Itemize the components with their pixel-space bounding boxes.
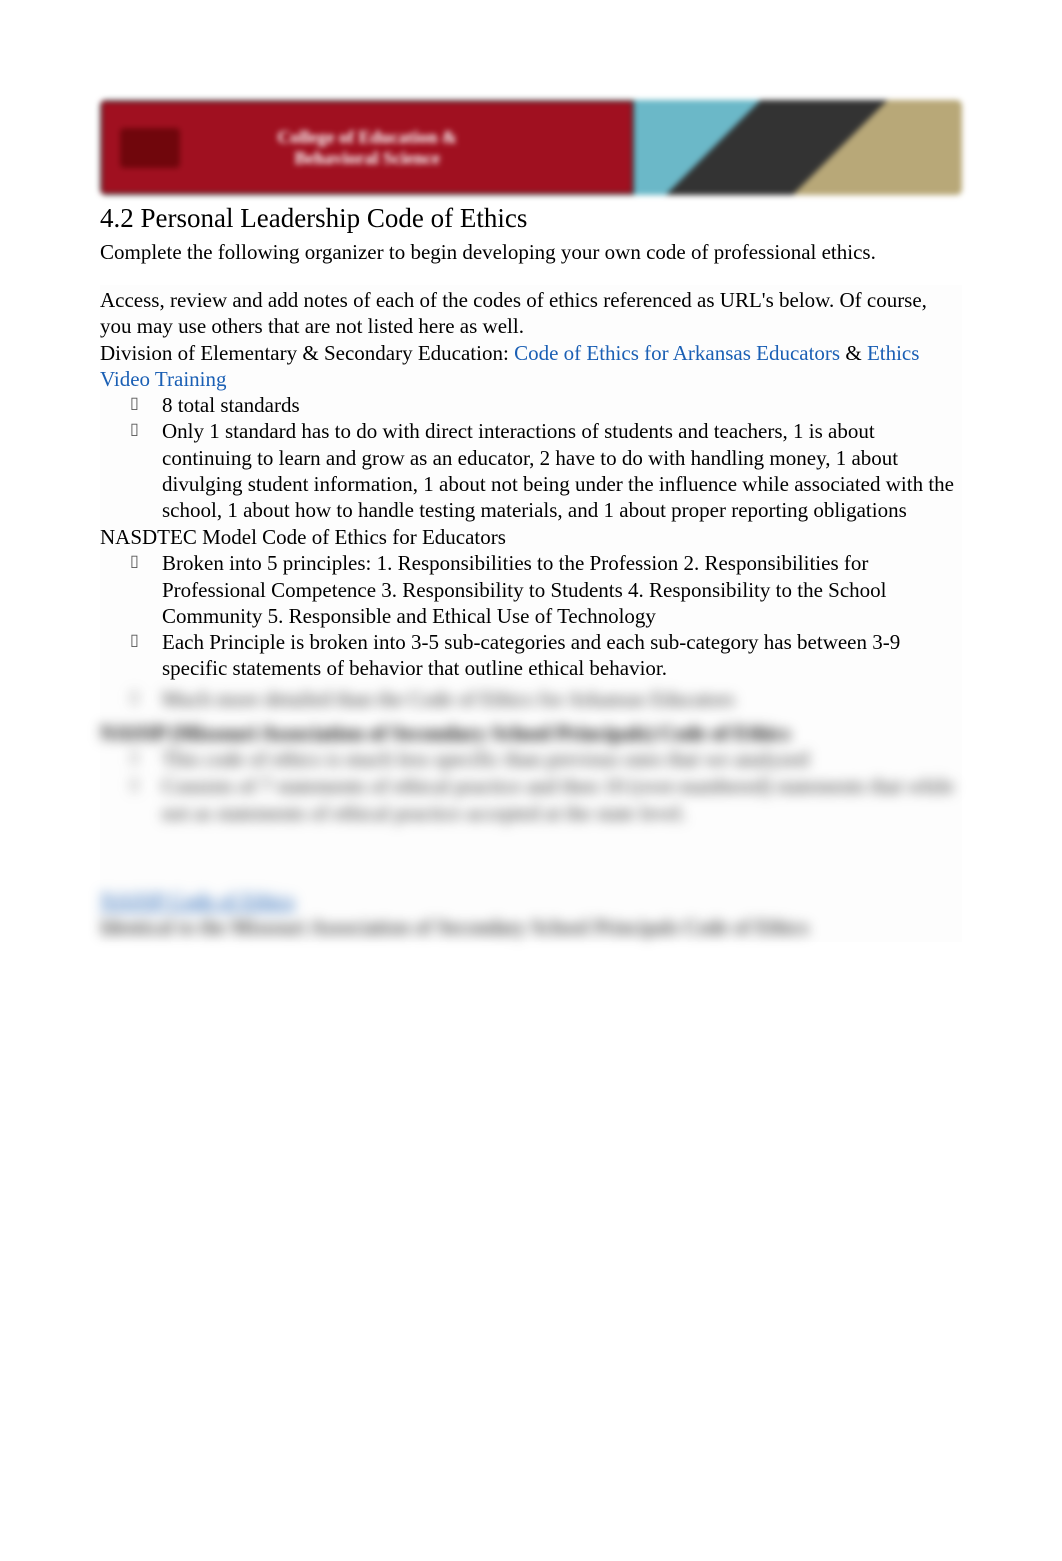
section1-list: 8 total standards Only 1 standard has to…: [100, 392, 962, 523]
banner-title-block: College of Education & Behavioral Scienc…: [100, 100, 634, 195]
blurred-link[interactable]: NASSP Code of Ethics: [100, 888, 295, 912]
page-title: 4.2 Personal Leadership Code of Ethics: [100, 203, 962, 234]
list-item: Broken into 5 principles: 1. Responsibil…: [140, 550, 962, 629]
list-item: Only 1 standard has to do with direct in…: [140, 418, 962, 523]
division-line: Division of Elementary & Secondary Educa…: [100, 340, 962, 393]
blurred-content-1: Much more detailed than the Code of Ethi…: [100, 686, 962, 828]
banner-graphic: [634, 100, 962, 195]
header-banner: College of Education & Behavioral Scienc…: [100, 100, 962, 195]
code-of-ethics-link[interactable]: Code of Ethics for Arkansas Educators: [514, 341, 840, 365]
ampersand: &: [840, 341, 867, 365]
intro-text: Complete the following organizer to begi…: [100, 240, 962, 265]
list-item: 8 total standards: [140, 392, 962, 418]
section2-title: NASDTEC Model Code of Ethics for Educato…: [100, 525, 962, 550]
section2-list: Broken into 5 principles: 1. Responsibil…: [100, 550, 962, 681]
blurred-content-2: NASSP Code of Ethics Identical to the Mi…: [100, 888, 962, 940]
content-section: Access, review and add notes of each of …: [100, 285, 962, 942]
blurred-heading: NASSP (Missouri Association of Secondary…: [100, 721, 962, 746]
blurred-line: Much more detailed than the Code of Ethi…: [100, 686, 962, 713]
blurred-line: This code of ethics is much less specifi…: [100, 746, 962, 773]
blurred-bottom-line: Identical to the Missouri Association of…: [100, 915, 962, 940]
division-prefix: Division of Elementary & Secondary Educa…: [100, 341, 509, 365]
document-page: College of Education & Behavioral Scienc…: [0, 0, 1062, 942]
access-note: Access, review and add notes of each of …: [100, 287, 962, 340]
blurred-line: Consists of 7 statements of ethical prac…: [100, 773, 962, 828]
banner-line-1: College of Education &: [277, 127, 457, 148]
banner-line-2: Behavioral Science: [294, 148, 439, 169]
list-item: Each Principle is broken into 3-5 sub-ca…: [140, 629, 962, 682]
banner-logo-icon: [120, 128, 180, 168]
